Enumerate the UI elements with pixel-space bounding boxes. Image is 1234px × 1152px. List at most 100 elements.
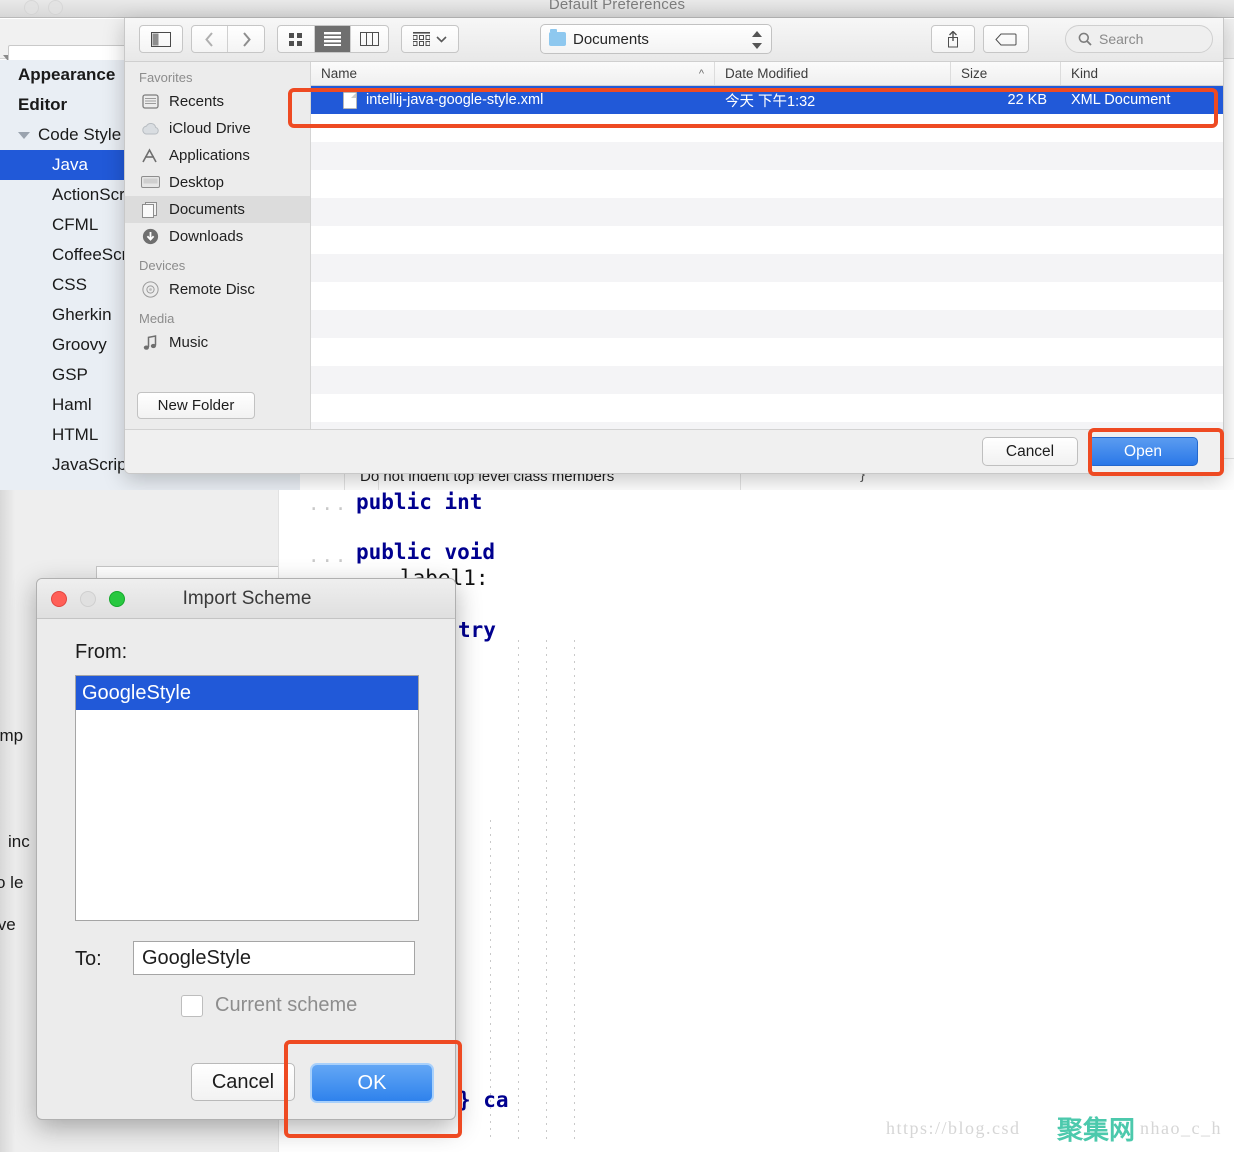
view-mode-group[interactable] <box>277 25 389 53</box>
sidebar-item-label: Remote Disc <box>169 281 255 298</box>
watermark-logo: 聚集网 <box>1057 1110 1135 1147</box>
import-scheme-dialog: Import Scheme From: GoogleStyle To: Goog… <box>36 578 456 1120</box>
preferences-titlebar: Default Preferences <box>0 0 1234 18</box>
table-row-empty <box>311 198 1224 226</box>
chevron-down-icon[interactable] <box>18 132 30 139</box>
indent-guide <box>518 640 519 1140</box>
watermark-url-suffix: nhao_c_h <box>1140 1118 1222 1139</box>
path-popup-label: Documents <box>573 31 649 48</box>
text-fragment-inc: inc <box>8 832 30 852</box>
file-date-cell: 今天 下午1:32 <box>715 90 951 111</box>
sidebar-item-documents[interactable]: Documents <box>125 196 310 223</box>
sidebar-item-label: Documents <box>169 201 245 218</box>
sidebar-group-media: Media <box>125 303 310 329</box>
code-line-try: try <box>458 618 496 642</box>
dialog-title: Import Scheme <box>37 588 456 610</box>
file-kind-cell: XML Document <box>1061 92 1224 108</box>
to-scheme-input[interactable]: GoogleStyle <box>133 941 415 975</box>
dialog-titlebar: Import Scheme <box>37 579 456 619</box>
close-button[interactable] <box>51 591 67 607</box>
from-scheme-list[interactable]: GoogleStyle <box>75 675 419 921</box>
search-input[interactable]: Search <box>1065 25 1213 53</box>
table-row-empty <box>311 254 1224 282</box>
sidebar-item-label: Code Style <box>38 125 121 144</box>
table-row-empty <box>311 226 1224 254</box>
finder-body: Favorites Recents iCloud Drive <box>125 62 1224 430</box>
screenshot-root: Default Preferences Do not indent top le… <box>0 0 1234 1152</box>
text-fragment-ive: ive <box>0 915 16 935</box>
table-row-empty <box>311 338 1224 366</box>
vertical-scrollbar[interactable] <box>0 490 16 1152</box>
sidebar-item-desktop[interactable]: Desktop <box>125 169 310 196</box>
desktop-icon <box>139 174 161 192</box>
chevron-right-icon[interactable] <box>228 26 264 52</box>
file-list-pane: Name ^ Date Modified Size Kind intellij-… <box>311 62 1224 430</box>
minimize-button[interactable] <box>80 591 96 607</box>
list-view-icon[interactable] <box>315 26 352 52</box>
table-row-empty <box>311 310 1224 338</box>
tag-icon[interactable] <box>983 25 1029 53</box>
current-scheme-checkbox[interactable] <box>181 995 203 1017</box>
path-popup-button[interactable]: Documents <box>540 24 772 54</box>
sidebar-group-devices: Devices <box>125 250 310 276</box>
sort-ascending-icon: ^ <box>699 62 704 86</box>
sidebar-toggle-icon[interactable] <box>139 25 183 53</box>
column-header-date-modified[interactable]: Date Modified <box>715 62 951 85</box>
chevron-left-icon[interactable] <box>192 26 228 52</box>
table-row-empty <box>311 394 1224 422</box>
sidebar-group-favorites: Favorites <box>125 62 310 88</box>
search-icon <box>1078 32 1092 46</box>
preferences-window: Default Preferences Do not indent top le… <box>0 0 1234 490</box>
current-scheme-row[interactable]: Current scheme <box>181 994 357 1017</box>
zoom-button[interactable] <box>109 591 125 607</box>
code-line-public-int: public int <box>356 490 482 514</box>
code-line-public-void: public void <box>356 540 495 564</box>
documents-icon <box>139 201 161 219</box>
file-size-cell: 22 KB <box>951 92 1061 108</box>
watermark-url-prefix: https://blog.csd <box>886 1118 1021 1139</box>
sidebar-item-applications[interactable]: Applications <box>125 142 310 169</box>
column-header-kind[interactable]: Kind <box>1061 62 1224 85</box>
ok-button[interactable]: OK <box>310 1063 434 1103</box>
text-fragment-o-le: o le <box>0 873 23 893</box>
recents-icon <box>139 93 161 111</box>
open-button[interactable]: Open <box>1088 437 1198 466</box>
music-icon <box>139 334 161 352</box>
nav-buttons[interactable] <box>191 25 265 53</box>
sidebar-item-label: iCloud Drive <box>169 120 251 137</box>
sidebar-item-music[interactable]: Music <box>125 329 310 356</box>
new-folder-button[interactable]: New Folder <box>137 392 255 419</box>
remote-disc-icon <box>139 281 161 299</box>
finder-sidebar: Favorites Recents iCloud Drive <box>125 62 311 430</box>
arrange-icon[interactable] <box>401 25 459 53</box>
file-open-dialog: Documents Search Favorites <box>124 18 1224 474</box>
sidebar-item-label: Music <box>169 334 208 351</box>
to-label: To: <box>75 948 102 971</box>
sidebar-item-label: Downloads <box>169 228 243 245</box>
cancel-button[interactable]: Cancel <box>982 437 1078 466</box>
sidebar-item-label: Applications <box>169 147 250 164</box>
column-view-icon[interactable] <box>351 26 388 52</box>
search-placeholder: Search <box>1099 31 1143 47</box>
list-item[interactable]: GoogleStyle <box>76 676 418 710</box>
sidebar-item-remote-disc[interactable]: Remote Disc <box>125 276 310 303</box>
table-row-empty <box>311 282 1224 310</box>
column-header-name[interactable]: Name ^ <box>311 62 715 85</box>
grid-view-icon[interactable] <box>278 26 315 52</box>
cancel-button[interactable]: Cancel <box>191 1063 295 1101</box>
column-header-size[interactable]: Size <box>951 62 1061 85</box>
xml-document-icon <box>343 92 357 109</box>
stepper-icon[interactable] <box>751 31 763 49</box>
finder-footer: Cancel Open <box>125 429 1224 473</box>
sidebar-item-icloud-drive[interactable]: iCloud Drive <box>125 115 310 142</box>
sidebar-item-recents[interactable]: Recents <box>125 88 310 115</box>
from-label: From: <box>75 641 127 664</box>
code-line-catch: } ca <box>458 1088 509 1112</box>
sidebar-item-downloads[interactable]: Downloads <box>125 223 310 250</box>
table-row[interactable]: intellij-java-google-style.xml 今天 下午1:32… <box>311 86 1224 114</box>
share-icon[interactable] <box>931 25 975 53</box>
sidebar-item-label: Desktop <box>169 174 224 191</box>
table-row-empty <box>311 170 1224 198</box>
folder-icon <box>549 32 566 46</box>
file-list-header: Name ^ Date Modified Size Kind <box>311 62 1224 86</box>
